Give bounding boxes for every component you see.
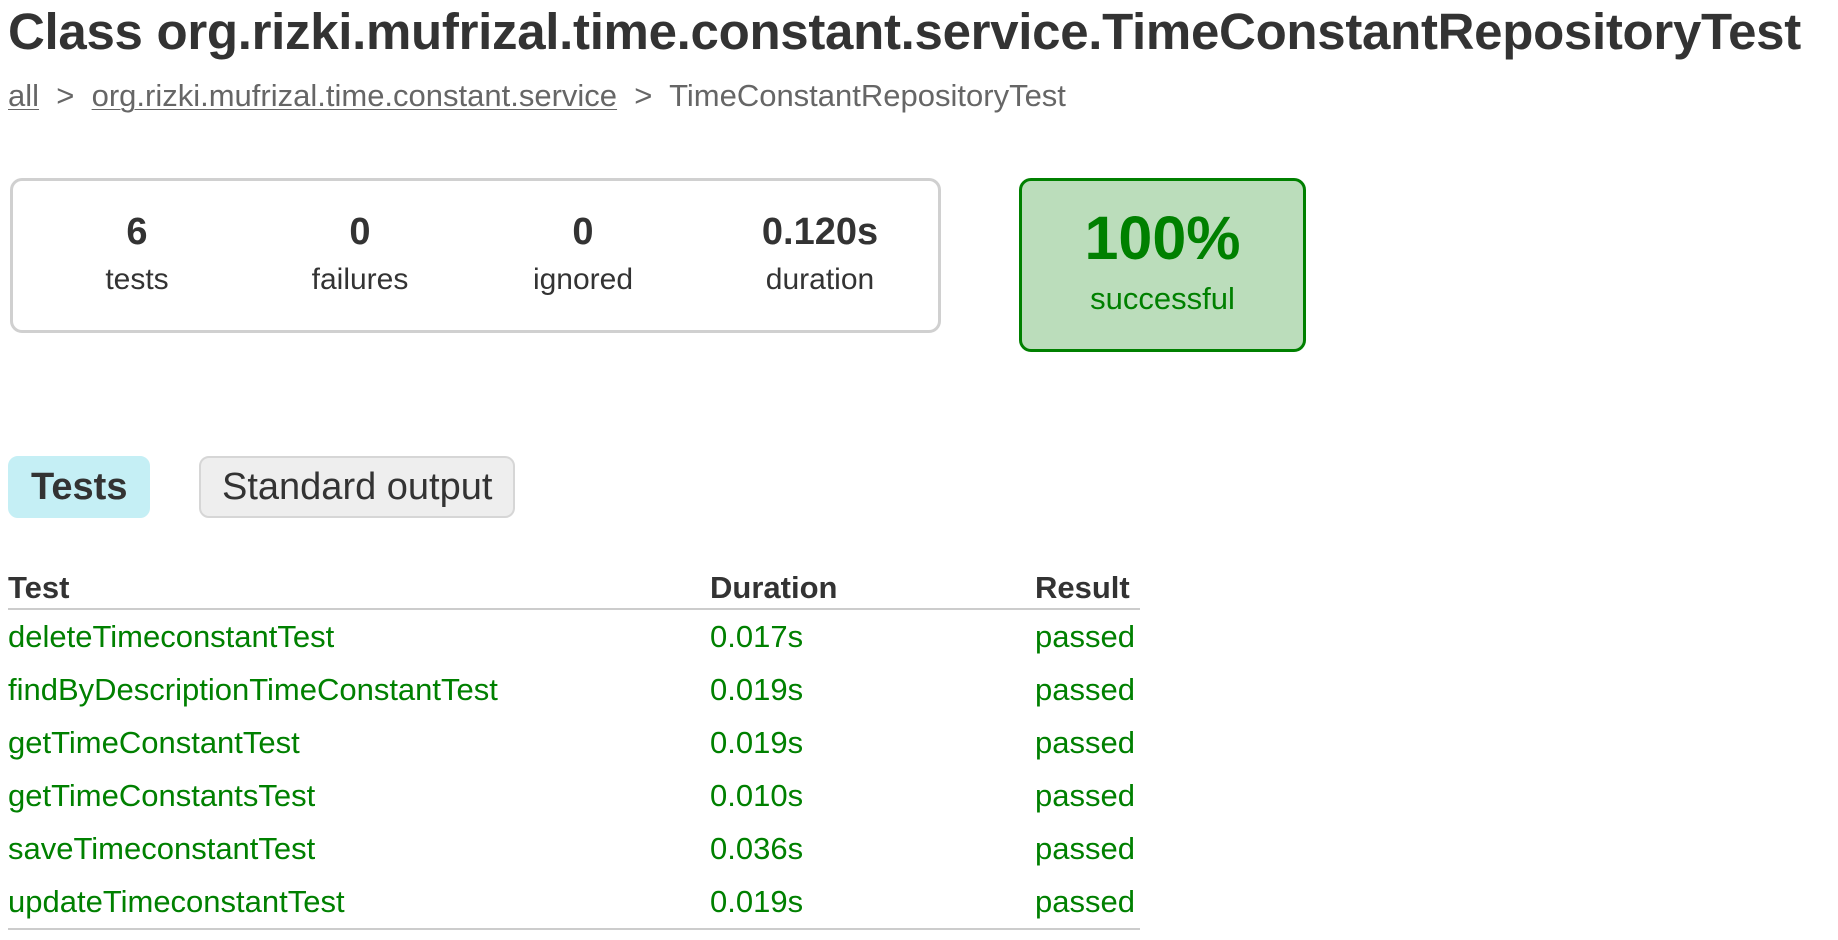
breadcrumb: all > org.rizki.mufrizal.time.constant.s…: [8, 76, 1066, 116]
test-duration-cell: 0.019s: [710, 671, 804, 707]
column-header-result: Result: [1035, 566, 1140, 610]
breadcrumb-separator: >: [625, 78, 662, 113]
test-result-cell: passed: [1035, 618, 1135, 654]
test-duration-cell: 0.019s: [710, 875, 1035, 930]
table-row: getTimeConstantsTest 0.010s passed: [8, 769, 1140, 822]
column-header-duration: Duration: [710, 566, 1035, 610]
test-duration-cell: 0.019s: [710, 724, 804, 760]
duration-counter: 0.120s duration: [720, 209, 920, 299]
table-row: findByDescriptionTimeConstantTest 0.019s…: [8, 663, 1140, 716]
ignored-label: ignored: [532, 263, 634, 296]
failures-label: failures: [311, 263, 409, 296]
duration-value: 0.120s: [761, 211, 879, 253]
test-name-cell: saveTimeconstantTest: [8, 830, 316, 866]
success-rate-label: successful: [1090, 281, 1235, 316]
test-name-cell: updateTimeconstantTest: [8, 875, 710, 930]
breadcrumb-separator: >: [47, 78, 83, 113]
test-result-cell: passed: [1035, 671, 1135, 707]
breadcrumb-link-all[interactable]: all: [8, 78, 39, 113]
tests-label: tests: [105, 263, 169, 296]
tab-tests[interactable]: Tests: [8, 456, 151, 518]
test-duration-cell: 0.036s: [710, 830, 804, 866]
table-row: updateTimeconstantTest 0.019s passed: [8, 875, 1140, 930]
summary-box: 6 tests 0 failures 0 ignored 0.120s dura…: [10, 178, 941, 333]
breadcrumb-link-package[interactable]: org.rizki.mufrizal.time.constant.service: [92, 78, 617, 113]
column-header-test: Test: [8, 566, 710, 610]
test-result-cell: passed: [1035, 777, 1135, 813]
failures-count: 0: [349, 211, 371, 253]
tab-standard-output[interactable]: Standard output: [199, 456, 516, 518]
test-name-cell: getTimeConstantTest: [8, 724, 300, 760]
test-duration-cell: 0.010s: [710, 777, 804, 813]
breadcrumb-current: TimeConstantRepositoryTest: [669, 78, 1066, 113]
table-row: getTimeConstantTest 0.019s passed: [8, 716, 1140, 769]
test-name-cell: getTimeConstantsTest: [8, 777, 316, 813]
success-rate-box: 100% successful: [1019, 178, 1306, 352]
tests-table: Test Duration Result deleteTimeconstantT…: [8, 566, 1140, 930]
test-duration-cell: 0.017s: [710, 618, 804, 654]
test-name-cell: findByDescriptionTimeConstantTest: [8, 671, 498, 707]
ignored-counter: 0 ignored: [483, 209, 683, 299]
page-title: Class org.rizki.mufrizal.time.constant.s…: [8, 3, 1801, 60]
ignored-count: 0: [572, 211, 594, 253]
table-row: saveTimeconstantTest 0.036s passed: [8, 822, 1140, 875]
test-result-cell: passed: [1035, 724, 1135, 760]
table-row: deleteTimeconstantTest 0.017s passed: [8, 609, 1140, 663]
tests-counter: 6 tests: [37, 209, 237, 299]
failures-counter: 0 failures: [260, 209, 460, 299]
table-header-row: Test Duration Result: [8, 566, 1140, 610]
test-name-cell: deleteTimeconstantTest: [8, 618, 335, 654]
test-report-page: Class org.rizki.mufrizal.time.constant.s…: [0, 0, 1838, 940]
duration-label: duration: [765, 263, 875, 296]
tests-count: 6: [126, 211, 148, 253]
test-result-cell: passed: [1035, 830, 1135, 866]
test-result-cell: passed: [1035, 875, 1140, 930]
success-rate-value: 100%: [1084, 204, 1241, 272]
